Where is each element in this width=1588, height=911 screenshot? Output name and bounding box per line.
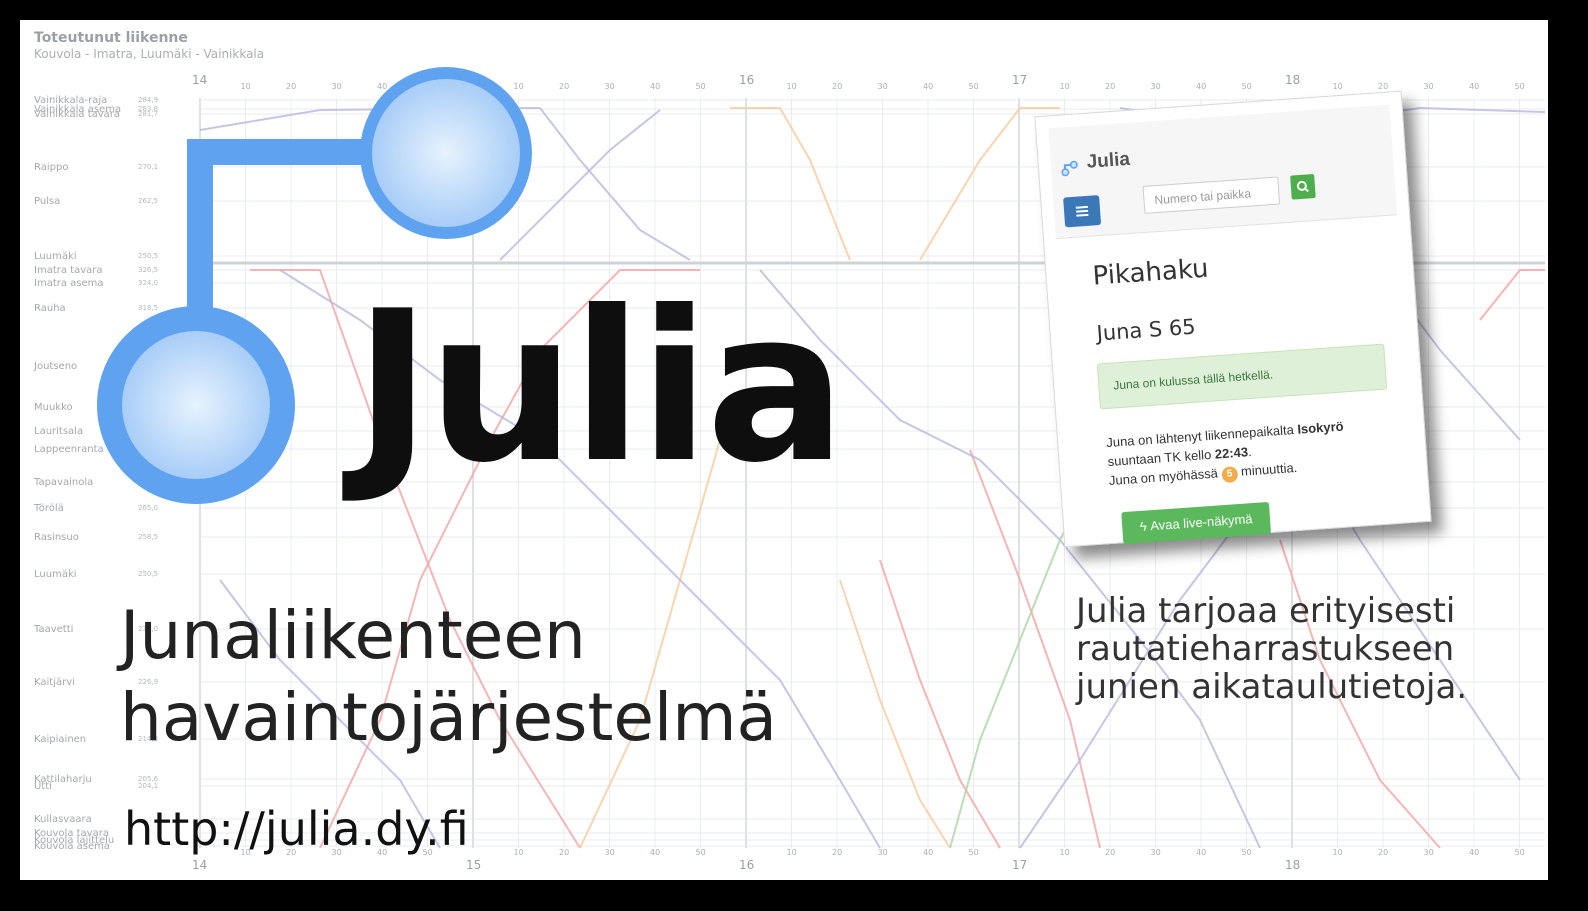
tagline: Junaliikenteen havaintojärjestelmä (120, 595, 777, 759)
train-title: Juna S 65 (1095, 314, 1197, 346)
tagline-line1: Junaliikenteen (120, 597, 586, 674)
tagline-line2: havaintojärjestelmä (120, 679, 778, 756)
hamburger-icon (1075, 205, 1088, 209)
delay-prefix: Juna on myöhässä (1108, 465, 1222, 489)
search-icon (1296, 180, 1309, 193)
brand-name[interactable]: Julia (1086, 149, 1131, 174)
description-line1: Julia tarjoaa erityisesti (1076, 591, 1456, 631)
menu-button[interactable] (1063, 195, 1102, 228)
app-screenshot: Julia Numero tai paikka Pikahaku Juna S … (1034, 90, 1432, 548)
description: Julia tarjoaa erityisesti rautatieharras… (1076, 592, 1467, 706)
page-title: Pikahaku (1091, 253, 1210, 292)
description-line2: rautatieharrastukseen (1076, 629, 1455, 669)
site-url[interactable]: http://julia.dy.fi (124, 802, 469, 856)
logo-node-bottom (97, 306, 295, 504)
delay-suffix: minuuttia. (1236, 459, 1298, 480)
navbar: Julia Numero tai paikka (1048, 104, 1398, 240)
info-suffix: . (1247, 444, 1253, 460)
train-info: Juna on lähtenyt liikennepaikalta Isokyr… (1106, 413, 1399, 491)
search-button[interactable] (1290, 173, 1316, 200)
banner-frame: Toteutunut liikenne Kouvola - Imatra, Lu… (20, 20, 1548, 880)
description-line3: junien aikataulutietoja. (1076, 667, 1468, 707)
info-station: Isokyrö (1296, 418, 1345, 437)
info-prefix: Juna on lähtenyt liikennepaikalta (1105, 421, 1298, 451)
search-input[interactable]: Numero tai paikka (1142, 176, 1281, 214)
info-time: 22:43 (1214, 444, 1249, 462)
live-view-label: Avaa live-näkymä (1149, 511, 1253, 534)
julia-small-logo-icon (1061, 160, 1078, 177)
logo-wordmark: Julia (354, 267, 846, 509)
status-alert: Juna on kulussa tällä hetkellä. (1096, 343, 1388, 410)
delay-badge: 5 (1221, 466, 1239, 484)
logo-node-top (360, 67, 532, 239)
